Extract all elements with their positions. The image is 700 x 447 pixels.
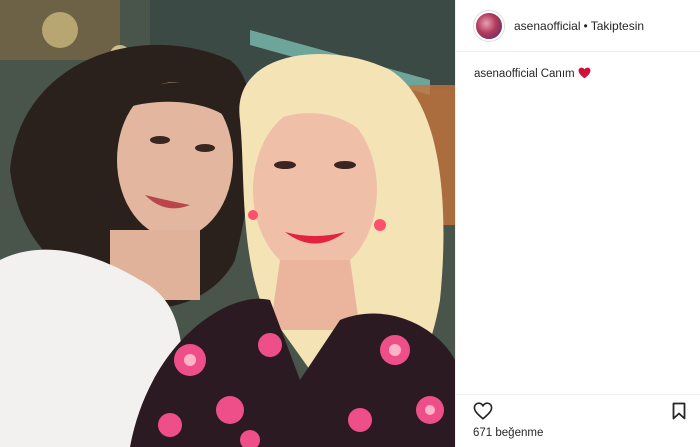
post-header: asenaofficial • Takiptesin: [456, 0, 700, 52]
caption-username-link[interactable]: asenaofficial: [474, 68, 538, 80]
post-caption: asenaofficial Canım: [456, 52, 700, 98]
red-heart-icon: [578, 67, 591, 84]
caption-text: Canım: [540, 68, 575, 80]
username-link[interactable]: asenaofficial: [514, 19, 581, 33]
separator-dot: •: [583, 18, 588, 33]
bookmark-icon[interactable]: [668, 400, 690, 422]
post-photo: [0, 0, 455, 447]
heart-outline-icon[interactable]: [472, 400, 494, 422]
post-actions: [456, 394, 700, 426]
likes-count[interactable]: 671 beğenme: [473, 427, 543, 439]
instagram-post: asenaofficial • Takiptesin asenaofficial Ca…: [0, 0, 700, 447]
post-user-line: asenaofficial • Takiptesin: [514, 19, 644, 33]
post-side-panel: asenaofficial • Takiptesin asenaofficial Ca…: [455, 0, 700, 447]
selfie-image: [0, 0, 455, 447]
follow-status-button[interactable]: Takiptesin: [591, 19, 644, 33]
avatar[interactable]: [474, 10, 504, 41]
